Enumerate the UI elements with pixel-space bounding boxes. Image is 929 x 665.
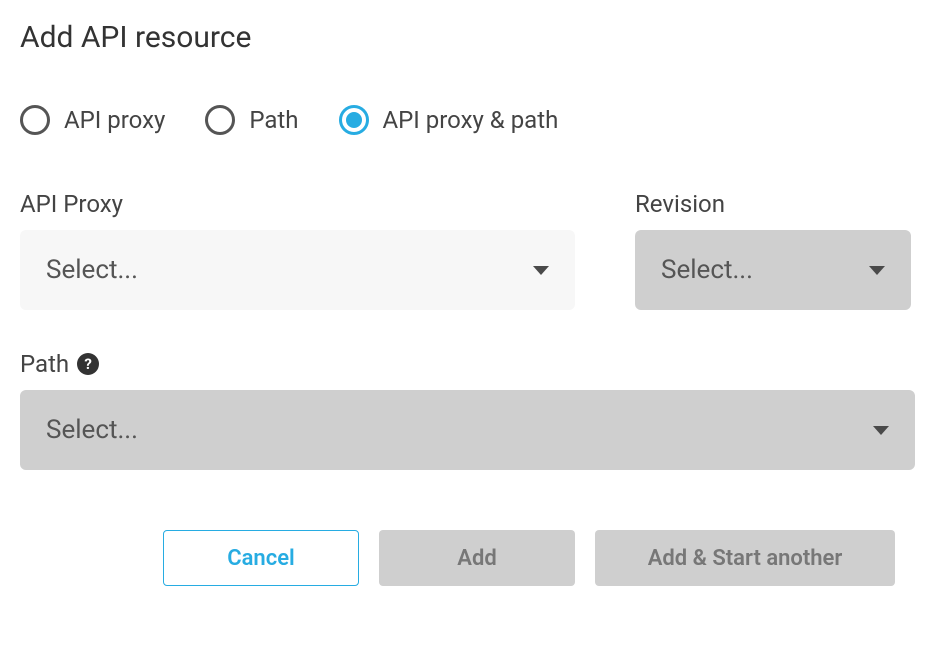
radio-api-proxy-label: API proxy [64,106,165,134]
chevron-down-icon [533,266,549,275]
chevron-down-icon [873,426,889,435]
help-icon[interactable]: ? [77,353,99,375]
path-select[interactable]: Select... [20,390,915,470]
radio-unchecked-icon [20,105,50,135]
resource-type-radio-group: API proxy Path API proxy & path [20,105,909,135]
radio-unchecked-icon [205,105,235,135]
radio-path[interactable]: Path [205,105,298,135]
api-proxy-select-value: Select... [46,255,138,285]
add-button[interactable]: Add [379,530,575,586]
revision-select-value: Select... [661,255,753,285]
radio-path-label: Path [249,106,298,134]
api-proxy-label: API Proxy [20,190,575,218]
radio-api-proxy-and-path-label: API proxy & path [383,106,559,134]
radio-api-proxy-and-path[interactable]: API proxy & path [339,105,559,135]
chevron-down-icon [869,266,885,275]
cancel-button[interactable]: Cancel [163,530,359,586]
add-and-start-another-button[interactable]: Add & Start another [595,530,895,586]
radio-checked-icon [339,105,369,135]
dialog-button-row: Cancel Add Add & Start another [20,530,909,586]
path-label-row: Path ? [20,350,915,378]
revision-select[interactable]: Select... [635,230,911,310]
path-label: Path [20,350,69,378]
radio-api-proxy[interactable]: API proxy [20,105,165,135]
radio-dot-icon [346,112,362,128]
api-proxy-select[interactable]: Select... [20,230,575,310]
path-select-value: Select... [46,415,138,445]
revision-label: Revision [635,190,911,218]
page-title: Add API resource [20,20,909,55]
